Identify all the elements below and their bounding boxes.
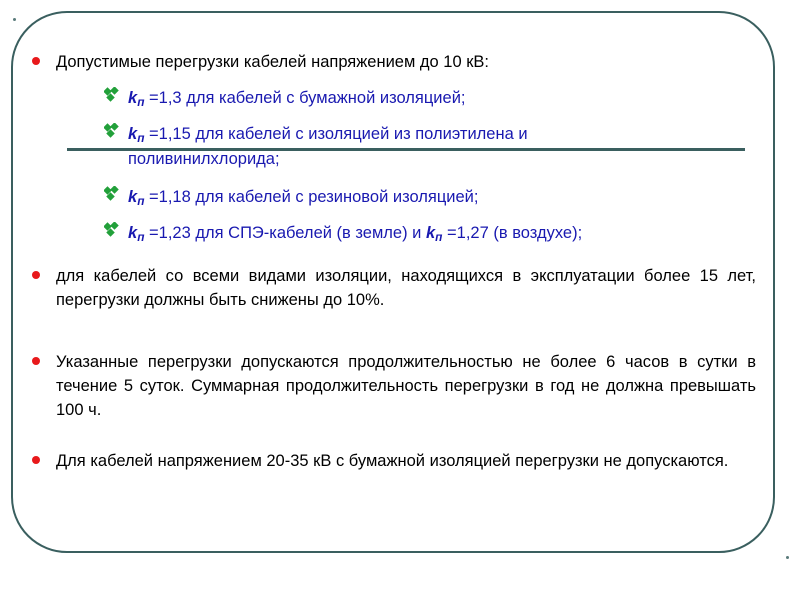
slide-content: Допустимые перегрузки кабелей напряжение…: [0, 0, 800, 600]
red-round-bullet-icon: [32, 57, 40, 65]
k-symbol: kп: [128, 125, 145, 145]
sub-item-4-value-2: =1,27: [442, 224, 489, 242]
sub-item-4: kп =1,23 для СПЭ-кабелей (в земле) и kп …: [103, 221, 748, 246]
sub-item-3-value: =1,18: [144, 188, 191, 206]
k-symbol: kп: [128, 188, 145, 208]
sub-item-1-value: =1,3: [144, 89, 182, 107]
sub-item-1: kп =1,3 для кабелей с бумажной изоляцией…: [103, 86, 748, 111]
slide: Допустимые перегрузки кабелей напряжение…: [0, 0, 800, 600]
paragraph-high-voltage: Для кабелей напряжением 20-35 кВ с бумаж…: [32, 449, 756, 473]
sub-item-1-text: kп =1,3 для кабелей с бумажной изоляцией…: [128, 86, 748, 111]
sub-item-2: kп =1,15 для кабелей с изоляцией из поли…: [103, 122, 745, 171]
sub-item-2-value: =1,15: [144, 125, 191, 143]
sub-item-4-desc: для СПЭ-кабелей (в земле) и: [190, 224, 426, 242]
paragraph-duration: Указанные перегрузки допускаются продолж…: [32, 350, 756, 422]
sub-item-3-text: kп =1,18 для кабелей с резиновой изоляци…: [128, 185, 748, 210]
red-round-bullet-icon: [32, 357, 40, 365]
red-round-bullet-icon: [32, 271, 40, 279]
sub-item-3: kп =1,18 для кабелей с резиновой изоляци…: [103, 185, 748, 210]
paragraph-high-voltage-text: Для кабелей напряжением 20-35 кВ с бумаж…: [56, 452, 729, 470]
sub-item-2-text: kп =1,15 для кабелей с изоляцией из поли…: [128, 122, 745, 147]
sub-item-4-value: =1,23: [144, 224, 191, 242]
intro-paragraph: Допустимые перегрузки кабелей напряжение…: [32, 50, 756, 74]
sub-item-3-desc: для кабелей с резиновой изоляцией;: [190, 188, 479, 206]
k-symbol: kп: [128, 224, 145, 244]
paragraph-aging-text: для кабелей со всеми видами изоляции, на…: [56, 267, 756, 309]
paragraph-duration-text: Указанные перегрузки допускаются продолж…: [56, 353, 756, 419]
sub-item-2-desc: для кабелей с изоляцией из полиэтилена и: [190, 125, 528, 143]
green-diamond-bullet-icon: [103, 221, 121, 239]
green-diamond-bullet-icon: [103, 86, 121, 104]
sub-item-4-text: kп =1,23 для СПЭ-кабелей (в земле) и kп …: [128, 221, 748, 246]
green-diamond-bullet-icon: [103, 122, 121, 140]
sub-item-4-desc-2: (в воздухе);: [488, 224, 583, 242]
paragraph-aging: для кабелей со всеми видами изоляции, на…: [32, 264, 756, 312]
k-symbol-2: kп: [425, 224, 443, 244]
horizontal-rule: [67, 148, 745, 151]
sub-item-1-desc: для кабелей с бумажной изоляцией;: [181, 89, 466, 107]
intro-text: Допустимые перегрузки кабелей напряжение…: [56, 53, 490, 71]
red-round-bullet-icon: [32, 456, 40, 464]
green-diamond-bullet-icon: [103, 185, 121, 203]
k-symbol: kп: [128, 89, 145, 109]
